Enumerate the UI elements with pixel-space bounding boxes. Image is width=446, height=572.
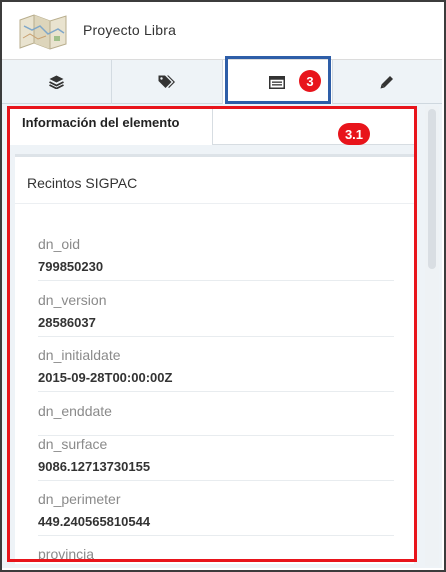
panel-subtabs: Información del elemento [10,107,414,145]
app-header: Proyecto Libra [2,2,442,60]
attribute-label: dn_oid [38,236,81,252]
attribute-row: dn_version 28586037 [38,289,394,337]
attribute-row: dn_oid 799850230 [38,233,394,281]
subtab-feature-info[interactable]: Información del elemento [10,107,213,145]
attribute-label: dn_enddate [38,403,112,419]
tab-layers[interactable] [2,60,113,104]
layer-title: Recintos SIGPAC [27,175,138,191]
tab-tags[interactable] [112,60,223,104]
attribute-label: provincia [38,546,95,562]
scrollbar-thumb[interactable] [428,109,436,269]
tab-feature-info[interactable] [222,60,333,104]
app-title: Proyecto Libra [83,22,177,38]
attribute-label: dn_version [38,292,107,308]
table-list-icon [269,75,286,89]
attribute-value: 9086.12713730155 [38,459,151,474]
pencil-icon [380,75,394,89]
attribute-row: dn_initialdate 2015-09-28T00:00:00Z [38,344,394,392]
feature-card: Recintos SIGPAC dn_oid 799850230 dn_vers… [15,154,414,564]
attribute-value: 449.240565810544 [38,514,151,529]
attribute-label: dn_perimeter [38,491,121,507]
attribute-row: dn_enddate [38,400,394,436]
layers-icon [49,75,65,89]
attribute-label: dn_initialdate [38,347,121,363]
tab-edit[interactable] [333,60,442,104]
attribute-value: 2015-09-28T00:00:00Z [38,370,173,385]
attribute-row: provincia [38,543,394,564]
folded-map-icon [18,12,68,50]
attribute-row: dn_surface 9086.12713730155 [38,433,394,481]
panel-scrollbar[interactable] [425,106,439,566]
attribute-label: dn_surface [38,436,108,452]
attribute-value: 799850230 [38,259,104,274]
attribute-value: 28586037 [38,315,96,330]
tags-icon [158,75,176,89]
card-divider [15,203,414,204]
attribute-row: dn_perimeter 449.240565810544 [38,488,394,536]
subtab-bar-empty [213,107,414,145]
panel-tabs [2,60,442,104]
